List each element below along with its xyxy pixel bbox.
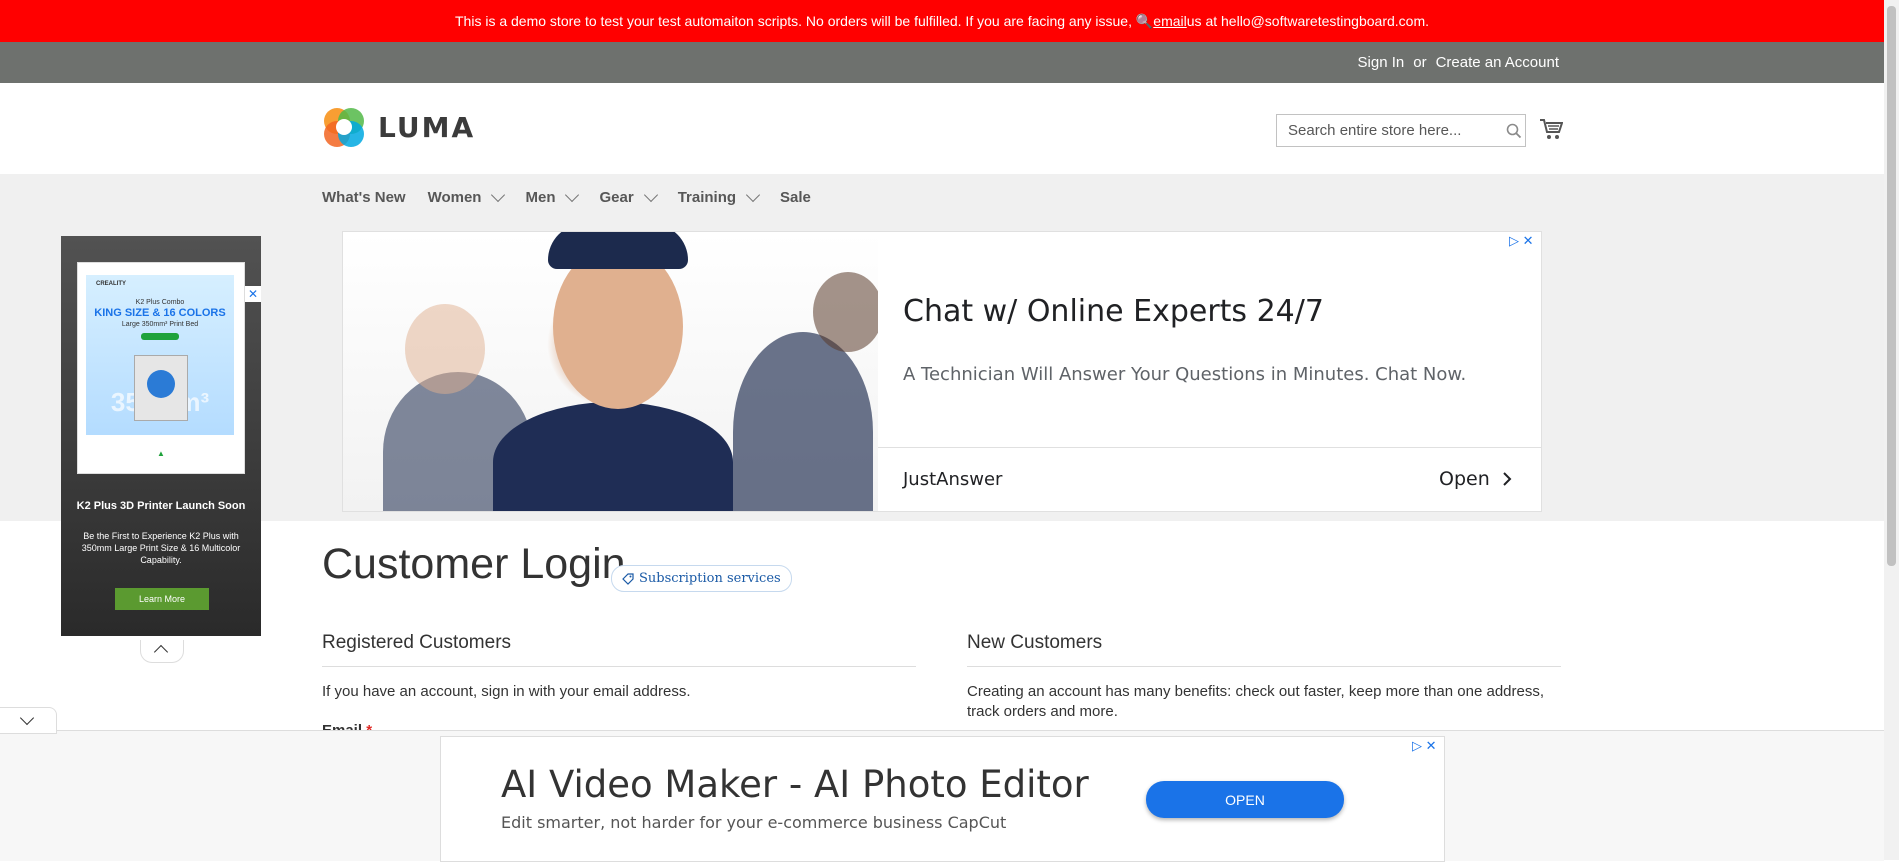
main-advertisement[interactable]: Chat w/ Online Experts 24/7 A Technician… [342,231,1542,512]
printer-globe [147,370,175,398]
adchoices-icon[interactable]: ▷ ✕ [1509,232,1534,250]
bottom-advertisement[interactable]: AI Video Maker - AI Photo Editor Edit sm… [440,736,1445,862]
subscription-services-badge[interactable]: Subscription services [611,565,792,592]
tag-icon [622,572,634,585]
side-advertisement[interactable]: CREALITY K2 Plus Combo KING SIZE & 16 CO… [61,236,261,636]
luma-logo[interactable]: LUMA [322,105,475,149]
side-ad-product-card[interactable]: CREALITY K2 Plus Combo KING SIZE & 16 CO… [77,262,245,474]
demo-email-link[interactable]: email [1153,13,1186,29]
bottom-ad-open-button[interactable]: OPEN [1146,781,1344,818]
nav-item-label: Women [427,188,482,206]
main-nav: What's New Women Men Gear Training Sale [322,174,833,220]
nav-item-label: Sale [780,188,811,206]
nav-item-label: Gear [599,188,634,206]
nav-item-label: What's New [322,188,406,206]
new-customers-text: Creating an account has many benefits: c… [967,683,1545,720]
nav-item-whats-new[interactable]: What's New [322,189,406,206]
luma-logo-icon [324,108,364,147]
nav-item-sale[interactable]: Sale [780,189,811,206]
bottom-ad-title: AI Video Maker - AI Photo Editor [501,763,1089,806]
logo-text: LUMA [378,110,476,144]
ad-close-icon[interactable]: ✕ [245,286,261,302]
divider [967,666,1561,667]
main-ad-description: A Technician Will Answer Your Questions … [903,364,1467,385]
search-icon[interactable] [1506,123,1522,139]
main-ad-open-button[interactable]: Open [1439,468,1512,490]
registered-customers-title: Registered Customers [322,632,512,653]
ad-person-blur-right [733,332,873,511]
side-ad-pill [141,333,179,340]
side-ad-brand: CREALITY [96,281,126,287]
demo-notice-text: This is a demo store to test your test a… [455,12,1154,29]
side-ad-sub: K2 Plus Combo [135,299,185,306]
nav-item-label: Training [677,188,737,206]
demo-notice-text-end: us at hello@softwaretestingboard.com. [1186,13,1429,29]
subscription-services-label: Subscription services [639,571,781,586]
new-customers-title: New Customers [967,632,1103,653]
chevron-down-icon [491,187,506,202]
registered-customers-text: If you have an account, sign in with you… [322,683,691,700]
side-ad-mark: ▲ [157,449,165,458]
ad-face-blur-right [813,272,878,352]
chevron-down-icon [745,187,761,202]
printer-image [134,355,188,421]
chevron-down-icon [565,187,580,202]
chevron-down-icon [19,710,35,726]
scrollbar-thumb[interactable] [1887,6,1896,566]
nav-item-gear[interactable]: Gear [599,187,658,206]
nav-item-label: Men [525,188,556,206]
side-ad-learn-more-button[interactable]: Learn More [115,588,209,610]
ad-face-blur-left [405,304,485,394]
sign-in-link[interactable]: Sign In [1358,54,1405,71]
divider [322,666,916,667]
header-links: Sign In or Create an Account [1358,42,1559,83]
chevron-up-icon [153,644,169,660]
side-ad-image: CREALITY K2 Plus Combo KING SIZE & 16 CO… [86,275,234,435]
side-ad-title: K2 Plus 3D Printer Launch Soon [76,500,246,512]
chevron-down-icon [643,187,658,202]
nav-item-training[interactable]: Training [677,187,761,206]
main-ad-brand: JustAnswer [903,469,1003,490]
search-box [1276,114,1526,147]
bottom-ad-description: Edit smarter, not harder for your e-comm… [501,813,1007,832]
side-ad-headline: KING SIZE & 16 COLORS [94,307,226,319]
main-ad-title: Chat w/ Online Experts 24/7 [903,294,1324,329]
nav-item-men[interactable]: Men [525,187,580,206]
side-ad-small-text: Large 350mm³ Print Bed [121,321,199,328]
adchoices-icon[interactable]: ▷ ✕ [1412,737,1437,755]
panel-header [0,42,1884,83]
cart-icon[interactable] [1539,117,1563,141]
main-ad-open-label: Open [1439,468,1490,490]
side-ad-description: Be the First to Experience K2 Plus with … [81,531,241,565]
page-scrollbar[interactable] [1884,0,1899,860]
page-title: Customer Login [322,540,626,588]
main-ad-divider [878,447,1541,448]
side-ad-collapse-button[interactable] [140,640,184,663]
search-input[interactable] [1286,121,1500,140]
demo-notice-banner: This is a demo store to test your test a… [0,0,1884,42]
bottom-ad-collapse-button[interactable] [0,707,57,734]
or-separator: or [1413,54,1427,71]
ad-person-main-body [493,402,733,511]
ad-technician-image [343,232,878,511]
create-account-link[interactable]: Create an Account [1436,54,1559,71]
nav-item-women[interactable]: Women [427,187,506,206]
chevron-right-icon [1503,472,1512,486]
ad-person-cap [548,232,688,269]
